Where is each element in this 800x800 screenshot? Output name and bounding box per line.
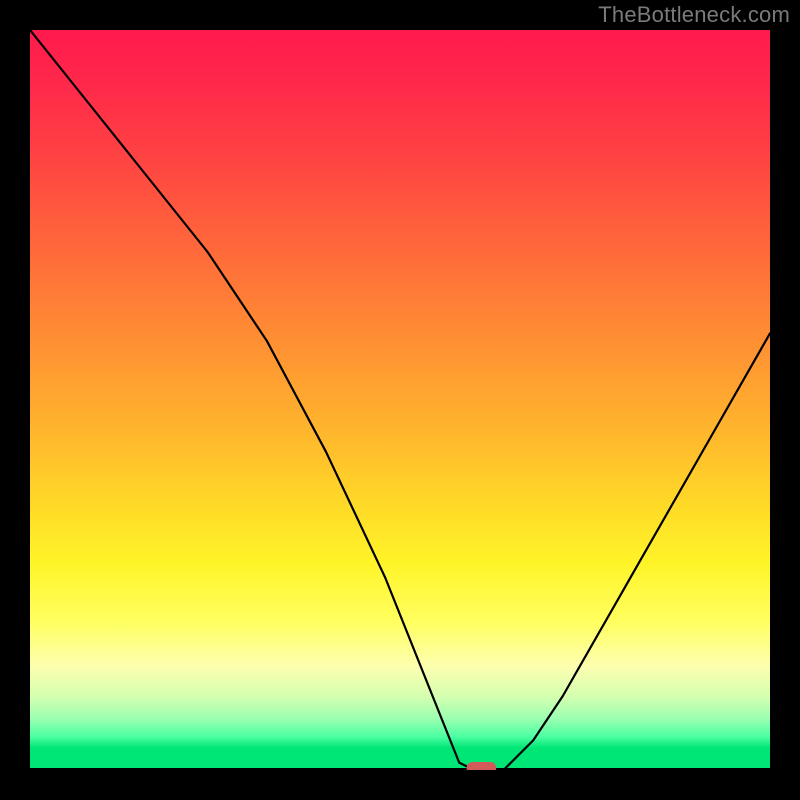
chart-svg <box>30 30 770 770</box>
plot-area <box>30 30 770 770</box>
minimum-marker <box>467 762 497 770</box>
chart-frame: TheBottleneck.com <box>0 0 800 800</box>
watermark-text: TheBottleneck.com <box>598 2 790 28</box>
bottleneck-curve <box>30 30 770 770</box>
